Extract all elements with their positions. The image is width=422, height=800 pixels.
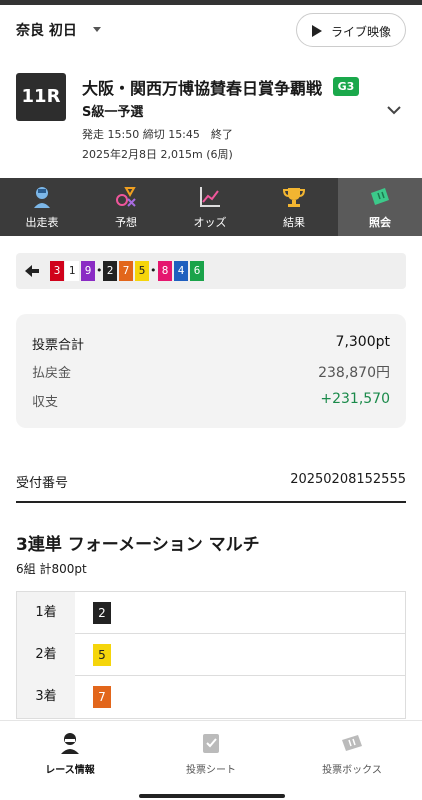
play-icon (312, 25, 322, 37)
table-row: 3着 7 (17, 676, 405, 718)
cyclist-icon (34, 187, 50, 208)
place-number: 2 (93, 602, 111, 624)
tab-label: 出走表 (25, 216, 59, 229)
tab-prediction[interactable]: 予想 (84, 178, 168, 236)
place-table: 1着 2 2着 5 3着 7 (16, 591, 406, 719)
combo-separator: • (96, 264, 103, 277)
vote-sheet-icon (203, 734, 219, 753)
race-date: 2025年2月8日 2,015m (6周) (82, 148, 233, 161)
bet-type-title: 3連単 フォーメーション マルチ (16, 535, 260, 555)
combo-number: 7 (119, 261, 133, 281)
divider (16, 501, 406, 503)
total-label: 投票合計 (32, 338, 85, 353)
receipt-row: 受付番号 20250208152555 (16, 472, 406, 492)
top-bar: 奈良 初日 ライブ映像 (0, 8, 422, 52)
tab-entries[interactable]: 出走表 (0, 178, 84, 236)
chart-icon (200, 187, 220, 207)
combo-separator: • (150, 264, 157, 277)
racer-icon (61, 733, 79, 754)
grade-badge: G3 (333, 77, 359, 96)
home-indicator (139, 794, 285, 798)
balance-row: 収支 +231,570 (32, 391, 390, 411)
live-video-label: ライブ映像 (331, 25, 392, 39)
tab-odds[interactable]: オッズ (168, 178, 252, 236)
combo-number: 5 (135, 261, 149, 281)
bet-summary: 6組 計800pt (16, 562, 87, 576)
nav-label: 投票ボックス (322, 765, 382, 776)
race-times: 発走 15:50 締切 15:45 終了 (82, 128, 233, 141)
place-label: 1着 (17, 592, 75, 634)
live-video-button[interactable]: ライブ映像 (296, 13, 406, 47)
nav-label: 投票シート (186, 765, 236, 776)
caret-down-icon[interactable] (90, 22, 104, 36)
venue-selector[interactable]: 奈良 初日 (16, 20, 77, 40)
receipt-number: 20250208152555 (290, 472, 406, 487)
combo-number: 8 (158, 261, 172, 281)
balance-label: 収支 (32, 395, 59, 410)
tab-label: 予想 (115, 216, 137, 229)
payout-row: 払戻金 238,870円 (32, 362, 390, 382)
chevron-down-icon[interactable] (386, 104, 402, 116)
arrow-left-icon[interactable] (24, 263, 40, 279)
vote-box-icon (342, 735, 362, 751)
place-number: 7 (93, 686, 111, 708)
race-tabs: 出走表 予想 オッズ 結果 照会 (0, 178, 422, 236)
table-row: 2着 5 (17, 634, 405, 676)
combo-number: 4 (174, 261, 188, 281)
race-number-badge: 11R (16, 73, 66, 121)
total-value: 7,300pt (335, 334, 390, 350)
total-row: 投票合計 7,300pt (32, 334, 390, 354)
combo-number: 2 (103, 261, 117, 281)
result-combination-bar: 3 1 9 • 2 7 5 • 8 4 6 (16, 253, 406, 289)
tab-label: オッズ (193, 216, 227, 229)
table-row: 1着 2 (17, 592, 405, 634)
payout-value: 238,870円 (318, 365, 390, 381)
race-title: 大阪・関西万博協賛春日賞争覇戦 (82, 79, 323, 98)
place-number: 5 (93, 644, 111, 666)
tab-label: 結果 (283, 216, 305, 229)
combo-number: 6 (190, 261, 204, 281)
ticket-icon (371, 188, 389, 205)
nav-label: レース情報 (45, 765, 95, 776)
race-subtitle: S級一予選 (82, 105, 144, 120)
place-label: 2着 (17, 634, 75, 676)
prediction-icon (116, 187, 136, 207)
receipt-label: 受付番号 (16, 476, 69, 491)
nav-vote-sheet[interactable]: 投票シート (141, 721, 281, 800)
place-label: 3着 (17, 676, 75, 718)
tab-label: 照会 (369, 216, 391, 229)
balance-value: +231,570 (320, 391, 390, 407)
tab-results[interactable]: 結果 (252, 178, 336, 236)
nav-vote-box[interactable]: 投票ボックス (282, 721, 422, 800)
summary-card: 投票合計 7,300pt 払戻金 238,870円 収支 +231,570 (16, 314, 406, 428)
combo-number: 9 (81, 261, 95, 281)
tab-inquiry[interactable]: 照会 (338, 178, 422, 236)
combo-number: 1 (65, 261, 79, 281)
payout-label: 払戻金 (32, 366, 72, 381)
trophy-icon (282, 188, 306, 207)
nav-race-info[interactable]: レース情報 (0, 721, 140, 800)
combo-number: 3 (50, 261, 64, 281)
top-strip (0, 0, 422, 5)
bottom-navigation: レース情報 投票シート 投票ボックス (0, 720, 422, 800)
